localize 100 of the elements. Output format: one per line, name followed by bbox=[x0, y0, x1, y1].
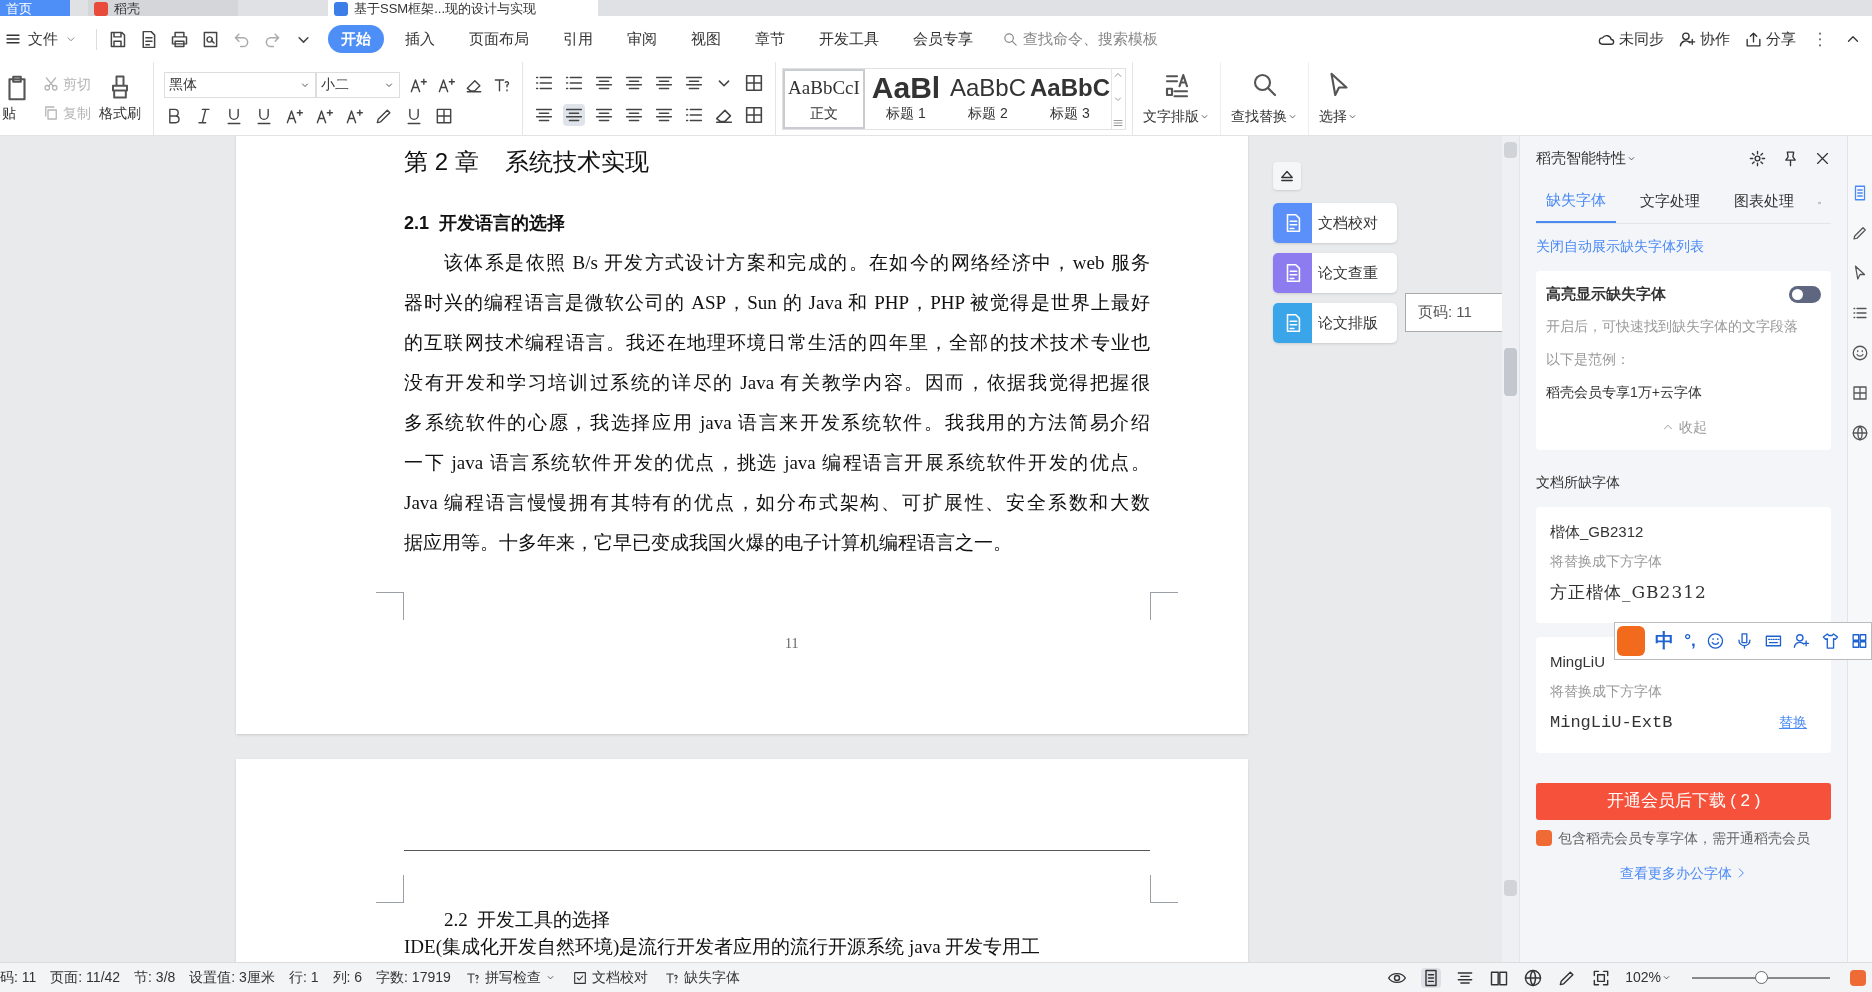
align-center-icon[interactable] bbox=[563, 103, 585, 126]
style-preset[interactable]: AaBbC 标题 3 bbox=[1029, 68, 1111, 129]
toggle-switch[interactable] bbox=[1789, 285, 1821, 303]
search-icon bbox=[1002, 30, 1019, 48]
side-tool-button[interactable]: 文档校对 bbox=[1273, 203, 1397, 243]
body-paragraph: 该体系是依照 B/s 开发方式设计方案和完成的。在如今的网络经济中，web 服务 器时兴的编程语言是微软公司的 ASP，Sun 的 Java 和 PHP，PHP 被觉得是世界上最好 的互联网技术编程语言。我还在地理环境日常生活的四年里，全部的技术技术专业也 没有开发和学习培训过系统的详尽的 Java 有关教学内容。因而，依据我觉得把握很 多系统软件的心愿，我选择应用 java 语言来开发系统软件。我我用的方法简易介绍 一下 java 语言系统软件开发的优点，挑选 java 编程语言开展系统软件开发的优点。 Java 编程语言慢慢拥有其特有的优点，如分布式架构、可扩展性、安全系数和大数 据应用等。十多年来，它早已变成我国火爆的电子计算机编程语言之一。 bbox=[404, 251, 1150, 555]
format-painter-button[interactable]: 格式刷 bbox=[99, 73, 141, 124]
replacement-font-name: 方正楷体_GB2312 bbox=[1550, 581, 1707, 604]
user-icon[interactable] bbox=[1792, 631, 1812, 651]
style-preset[interactable]: AaBbC 标题 2 bbox=[947, 68, 1029, 129]
font-name: MingLiU bbox=[1550, 651, 1607, 672]
style-sample: AaBl bbox=[871, 73, 941, 103]
collapse-button[interactable] bbox=[1273, 162, 1301, 190]
settings-icon[interactable] bbox=[1748, 148, 1767, 168]
section-heading: 2.1 开发语言的选择 bbox=[404, 212, 566, 235]
replace-link[interactable]: 替换 bbox=[1779, 712, 1807, 734]
body-text-line: IDE(集成化开发自然环境)是流行开发者应用的流行开源系统 java 开发专用工 bbox=[404, 936, 1041, 958]
search-field[interactable]: 查找命令、搜索模板 bbox=[1002, 27, 1223, 51]
status-button[interactable]: 缺失字体 bbox=[663, 967, 740, 988]
panel-tab[interactable]: 图表处理 bbox=[1724, 179, 1804, 223]
page-view-icon[interactable] bbox=[1421, 967, 1442, 988]
font-size-dropdown[interactable]: 小二 bbox=[316, 71, 400, 98]
ribbon-tab[interactable]: 页面布局 bbox=[456, 25, 542, 53]
ime-logo-icon bbox=[1617, 626, 1646, 656]
side-tool-button[interactable]: 论文查重 bbox=[1273, 253, 1397, 293]
style-sample: AaBbC bbox=[1030, 73, 1110, 103]
ribbon-tool-button[interactable]: 文字排版 bbox=[1133, 62, 1221, 135]
ribbon-tab[interactable]: 视图 bbox=[678, 25, 734, 53]
ribbon-tab[interactable]: 审阅 bbox=[614, 25, 670, 53]
crop-mark bbox=[1150, 592, 1178, 620]
status-text: 行: 1 bbox=[288, 968, 319, 987]
zoom-dropdown[interactable]: 102% bbox=[1625, 967, 1672, 988]
grid-icon[interactable] bbox=[1850, 631, 1869, 651]
chapter-heading: 第 2 章 系统技术实现 bbox=[404, 147, 650, 177]
description-text: 开启后，可快速找到缺失字体的文字段落 bbox=[1546, 316, 1799, 336]
section-heading: 2.2 开发工具的选择 bbox=[444, 908, 611, 932]
scissors-icon bbox=[42, 75, 60, 93]
web-view-icon[interactable] bbox=[1523, 967, 1544, 988]
toolbar-action[interactable]: 协作 bbox=[1678, 27, 1730, 51]
pen-icon[interactable] bbox=[1851, 224, 1869, 242]
ribbon-tab[interactable]: 引用 bbox=[550, 25, 606, 53]
window-tab[interactable]: 基于SSM框架...现的设计与实现 bbox=[328, 0, 598, 16]
toolbar-action[interactable]: 未同步 bbox=[1597, 27, 1664, 51]
slider-thumb[interactable] bbox=[1755, 970, 1768, 984]
panel-tab[interactable]: 文字处理 bbox=[1630, 179, 1710, 223]
file-menu[interactable]: 文件 bbox=[0, 24, 82, 54]
font-name-dropdown[interactable]: 黑体 bbox=[164, 71, 316, 98]
paste-button[interactable]: 贴 bbox=[2, 73, 34, 124]
status-text: 页面: 11/42 bbox=[50, 968, 121, 987]
side-tool-button[interactable]: 论文排版 bbox=[1273, 303, 1397, 343]
status-button[interactable]: 文档校对 bbox=[571, 967, 648, 988]
font-name: 楷体_GB2312 bbox=[1550, 521, 1645, 542]
style-name: 标题 2 bbox=[968, 104, 1008, 123]
ribbon-tab[interactable]: 会员专享 bbox=[900, 25, 986, 53]
status-text: 字数: 17919 bbox=[376, 968, 451, 987]
punctuation-toggle[interactable]: °, bbox=[1684, 628, 1696, 654]
status-text: 设置值: 3厘米 bbox=[189, 968, 275, 987]
shirt-icon[interactable] bbox=[1821, 631, 1841, 651]
ribbon-tab[interactable]: 开发工具 bbox=[806, 25, 892, 53]
style-sample: AaBbCcI bbox=[788, 76, 860, 100]
shield-icon bbox=[1536, 830, 1552, 846]
page-tooltip: 页码: 11 bbox=[1405, 293, 1502, 332]
checkbox-icon bbox=[571, 969, 588, 986]
emoji-icon[interactable] bbox=[1705, 631, 1725, 651]
member-note: 包含稻壳会员专享字体，需开通稻壳会员 bbox=[1558, 828, 1810, 848]
example-text: 稻壳会员专享1万+云字体 bbox=[1546, 382, 1703, 402]
style-preset[interactable]: AaBl 标题 1 bbox=[865, 68, 947, 129]
scrollbar-thumb[interactable] bbox=[1504, 348, 1517, 396]
description-text: 将替换成下方字体 bbox=[1550, 682, 1663, 701]
status-text: 列: 6 bbox=[332, 968, 363, 987]
input-mode-toggle[interactable]: 中 bbox=[1655, 626, 1675, 656]
share-icon bbox=[1744, 29, 1763, 49]
page-number: 11 bbox=[785, 635, 799, 653]
setting-label: 高亮显示缺失字体 bbox=[1546, 284, 1666, 304]
replacement-font-name: MingLiU-ExtB bbox=[1550, 712, 1673, 734]
status-button[interactable]: 拼写检查 bbox=[464, 967, 556, 988]
crop-mark bbox=[376, 592, 404, 620]
ribbon-tab[interactable]: 插入 bbox=[392, 25, 448, 53]
face-icon[interactable] bbox=[1851, 344, 1869, 362]
status-text: 节: 3/8 bbox=[134, 968, 176, 987]
style-name: 正文 bbox=[810, 104, 838, 123]
toolbar-action[interactable]: 分享 bbox=[1744, 27, 1796, 51]
document-icon bbox=[334, 2, 348, 16]
description-text: 以下是范例： bbox=[1546, 349, 1631, 369]
app-logo-icon bbox=[1850, 969, 1866, 986]
copy-icon bbox=[42, 104, 60, 122]
app-logo-icon bbox=[94, 2, 108, 16]
style-preset[interactable]: AaBbCcI 正文 bbox=[783, 68, 865, 129]
ribbon-tool-button[interactable]: 查找替换 bbox=[1221, 62, 1309, 135]
style-name: 标题 3 bbox=[1050, 104, 1090, 123]
section-label: 文档所缺字体 bbox=[1536, 472, 1621, 492]
style-name: 标题 1 bbox=[886, 104, 926, 123]
ribbon-tab[interactable]: 章节 bbox=[742, 25, 798, 53]
status-text: 码: 11 bbox=[0, 968, 37, 987]
crop-mark bbox=[376, 875, 404, 903]
window-tab[interactable]: 稻壳 bbox=[88, 0, 238, 16]
crop-mark bbox=[1150, 875, 1178, 903]
ribbon-tool-button[interactable]: 选择 bbox=[1309, 62, 1368, 135]
style-sample: AaBbC bbox=[949, 73, 1026, 103]
panel-title: 稻壳智能特性 bbox=[1536, 147, 1626, 168]
